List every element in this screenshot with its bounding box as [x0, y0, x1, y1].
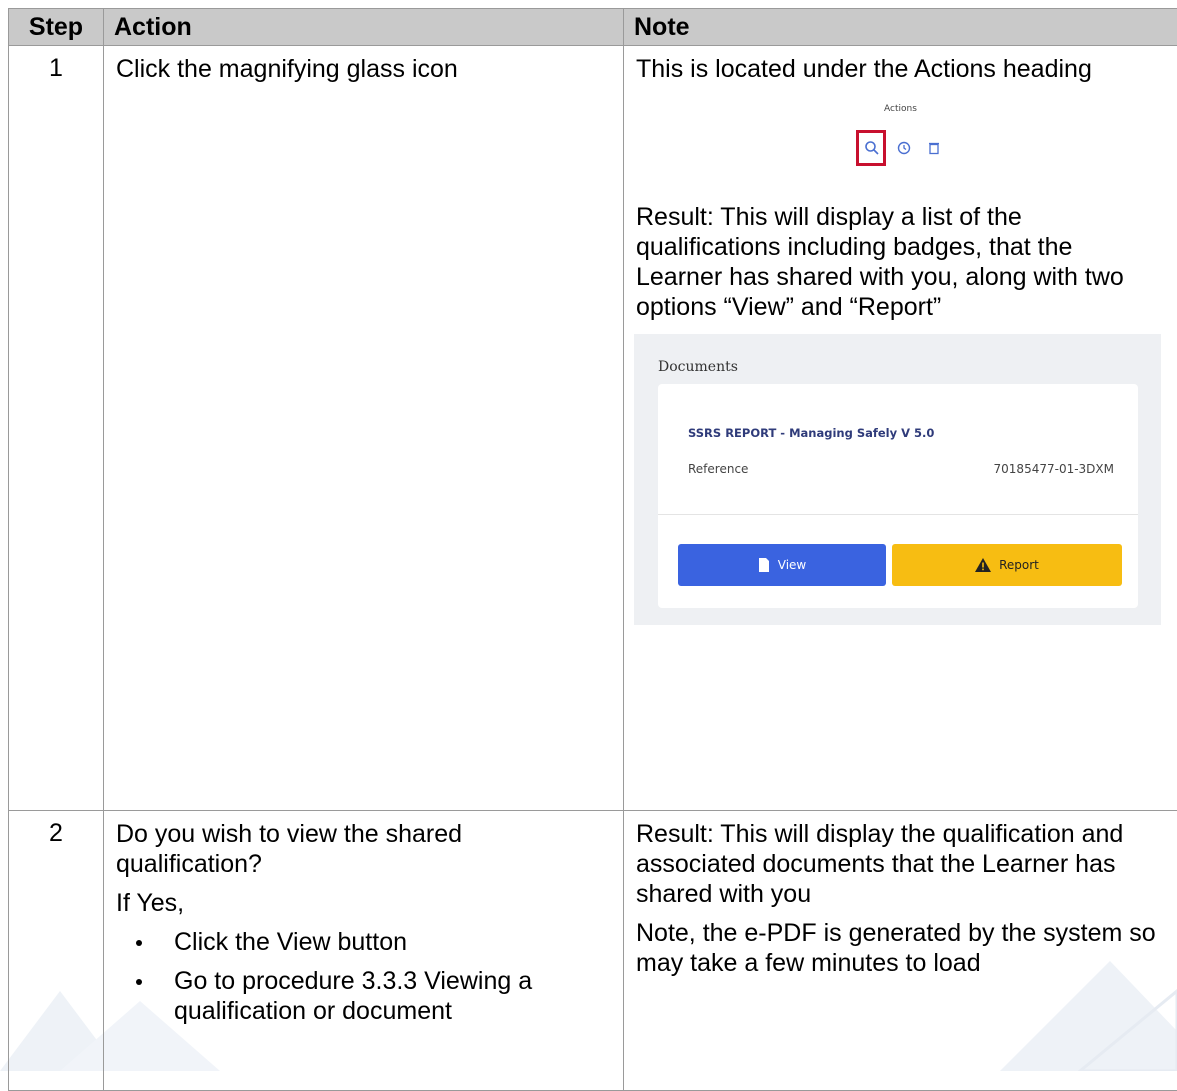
reference-label: Reference	[688, 454, 748, 484]
note-intro: This is located under the Actions headin…	[636, 54, 1165, 84]
step-cell: 1	[9, 46, 104, 811]
note-result: Result: This will display the qualificat…	[636, 819, 1165, 909]
magnifying-glass-icon	[864, 140, 880, 156]
file-icon	[758, 558, 770, 572]
note-result: Result: This will display a list of the …	[636, 202, 1165, 322]
list-item: Go to procedure 3.3.3 Viewing a qualific…	[116, 966, 611, 1026]
documents-title: Documents	[658, 352, 738, 382]
actions-heading: Actions	[836, 90, 966, 124]
bullet-text: Click the View button	[174, 928, 407, 956]
card-divider	[658, 514, 1138, 515]
note-cell: This is located under the Actions headin…	[624, 46, 1177, 811]
note-extra: Note, the e-PDF is generated by the syst…	[636, 918, 1165, 978]
bullet-icon	[136, 979, 142, 985]
view-button[interactable]: View	[678, 544, 886, 586]
action-bullet-list: Click the View button Go to procedure 3.…	[116, 927, 611, 1026]
step-number: 1	[9, 46, 103, 83]
warning-icon	[975, 558, 991, 572]
step-number: 2	[9, 811, 103, 848]
list-item: Click the View button	[116, 927, 611, 957]
trash-icon	[926, 140, 942, 156]
table-row: 1 Click the magnifying glass icon This i…	[9, 46, 1177, 811]
table-row: 2 Do you wish to view the shared qualifi…	[9, 811, 1177, 1091]
reference-value: 70185477-01-3DXM	[994, 454, 1114, 484]
header-note: Note	[624, 9, 1177, 46]
bullet-icon	[136, 940, 142, 946]
history-icon	[896, 140, 912, 156]
action-cell: Click the magnifying glass icon	[104, 46, 624, 811]
action-cell: Do you wish to view the shared qualifica…	[104, 811, 624, 1091]
actions-screenshot: Actions	[836, 90, 966, 190]
document-card: SSRS REPORT - Managing Safely V 5.0 Refe…	[658, 384, 1138, 608]
bullet-text: Go to procedure 3.3.3 Viewing a qualific…	[174, 967, 532, 1025]
document-card-title: SSRS REPORT - Managing Safely V 5.0	[688, 418, 934, 448]
table-header-row: Step Action Note	[9, 9, 1177, 46]
report-button-label: Report	[999, 550, 1039, 580]
note-cell: Result: This will display the qualificat…	[624, 811, 1177, 1091]
view-button-label: View	[778, 550, 806, 580]
header-action: Action	[104, 9, 624, 46]
action-question: Do you wish to view the shared qualifica…	[116, 819, 611, 879]
procedure-table: Step Action Note 1 Click the magnifying …	[8, 8, 1177, 1091]
action-if-yes: If Yes,	[116, 888, 611, 918]
documents-screenshot: Documents SSRS REPORT - Managing Safely …	[634, 334, 1161, 625]
action-text: Click the magnifying glass icon	[116, 54, 611, 84]
step-cell: 2	[9, 811, 104, 1091]
header-step: Step	[9, 9, 104, 46]
report-button[interactable]: Report	[892, 544, 1122, 586]
